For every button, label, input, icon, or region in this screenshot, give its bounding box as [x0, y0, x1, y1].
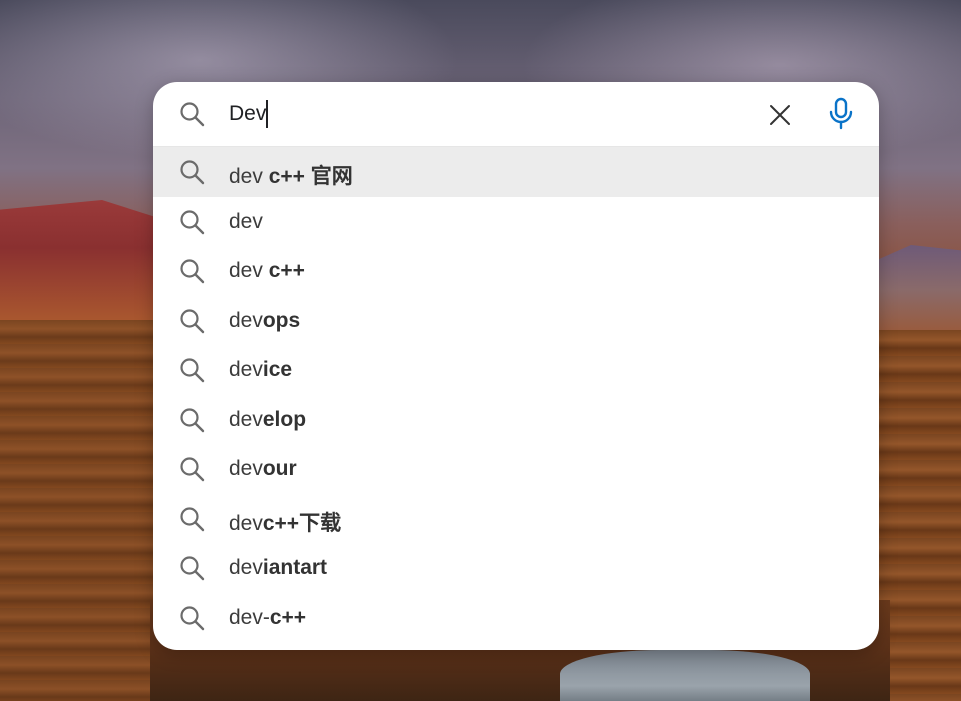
search-icon [180, 358, 205, 383]
suggestion-typed-part: dev [229, 209, 263, 233]
suggestion-completion: ice [262, 358, 293, 381]
text-cursor [266, 100, 268, 128]
search-icon [180, 457, 205, 482]
suggestion-text: dev-c++ [229, 606, 306, 630]
suggestion-completion: c++ [269, 605, 307, 629]
suggestion-text: device [229, 358, 292, 382]
suggestion-item[interactable]: devc++下载 [153, 494, 879, 544]
suggestion-typed-part: dev [229, 556, 263, 579]
search-icon [180, 556, 205, 581]
suggestion-typed-part: dev [229, 165, 269, 188]
microphone-icon[interactable] [825, 97, 857, 131]
suggestion-item[interactable]: device [153, 345, 879, 395]
suggestion-typed-part: dev [229, 407, 263, 431]
suggestion-item[interactable]: devour [153, 444, 879, 494]
suggestion-item[interactable]: dev [153, 197, 879, 247]
suggestion-item[interactable]: dev c++ [153, 246, 879, 296]
wallpaper-mesa [0, 200, 170, 320]
suggestion-text: dev c++ [229, 259, 305, 283]
suggestion-typed-part: dev [229, 358, 263, 381]
suggestion-typed-part: dev [229, 511, 263, 535]
suggestion-item[interactable]: dev c++ 官网 [153, 147, 879, 197]
search-icon [180, 407, 205, 432]
suggestion-typed-part: dev [229, 308, 263, 332]
suggestion-text: devour [229, 457, 297, 481]
search-icon [180, 102, 205, 127]
suggestion-item[interactable]: develop [153, 395, 879, 445]
search-icon [180, 605, 205, 630]
search-input[interactable] [229, 98, 749, 130]
suggestion-item[interactable]: devops [153, 296, 879, 346]
suggestion-completion: elop [262, 407, 307, 431]
suggestion-completion: iantart [262, 556, 328, 579]
search-icon [180, 160, 205, 185]
suggestion-text: dev [229, 210, 263, 234]
suggestion-text: devc++下载 [229, 507, 341, 537]
suggestion-typed-part: dev- [229, 605, 270, 629]
suggestion-item[interactable]: deviantart [153, 543, 879, 593]
suggestion-completion: c++ 官网 [268, 165, 353, 188]
suggestion-typed-part: dev [229, 457, 263, 480]
suggestion-completion: c++ [268, 259, 305, 282]
suggestion-text: deviantart [229, 556, 327, 580]
search-bar [153, 82, 879, 147]
search-icon [180, 308, 205, 333]
close-icon[interactable] [765, 100, 795, 130]
search-icon [180, 506, 205, 531]
wallpaper-mesa [870, 245, 961, 335]
suggestion-typed-part: dev [229, 259, 269, 282]
suggestion-completion: c++下载 [262, 511, 342, 535]
search-icon [180, 259, 205, 284]
suggestion-list: dev c++ 官网 dev dev c++ devops device dev… [153, 147, 879, 642]
search-panel: dev c++ 官网 dev dev c++ devops [153, 82, 879, 650]
suggestion-text: dev c++ 官网 [229, 160, 353, 190]
suggestion-text: develop [229, 408, 306, 432]
suggestion-item[interactable]: dev-c++ [153, 593, 879, 643]
search-icon [180, 209, 205, 234]
suggestion-text: devops [229, 309, 300, 333]
suggestion-completion: ops [262, 308, 301, 332]
suggestion-completion: our [262, 457, 297, 480]
wallpaper-river [560, 650, 810, 701]
